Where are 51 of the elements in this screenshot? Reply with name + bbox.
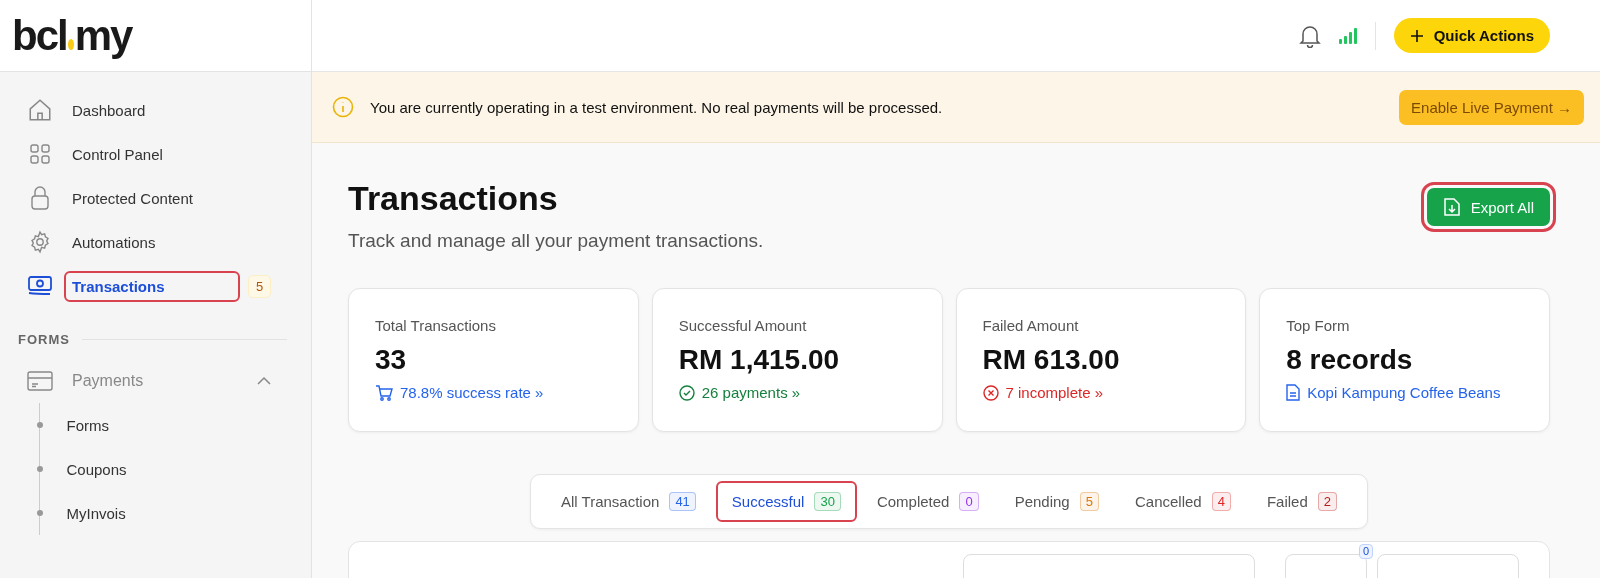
status-tab[interactable]: Completed 0 bbox=[860, 481, 995, 522]
stat-value: 33 bbox=[375, 344, 408, 376]
stat-label: Failed Amount bbox=[982, 317, 1080, 334]
sidebar-subitem[interactable]: MyInvois bbox=[66, 504, 126, 522]
status-tab[interactable]: Failed 2 bbox=[1250, 481, 1353, 522]
status-tab[interactable]: All Transaction 41 bbox=[545, 481, 712, 522]
sidebar-item[interactable]: Automations bbox=[64, 226, 240, 258]
document-icon bbox=[1286, 384, 1301, 401]
stat-label: Total Transactions bbox=[375, 317, 497, 334]
status-tab[interactable]: Successful 30 bbox=[715, 481, 857, 522]
sidebar-item[interactable]: Dashboard bbox=[64, 94, 240, 126]
sidebar-item[interactable]: Transactions bbox=[64, 270, 240, 302]
signal-icon bbox=[1338, 27, 1357, 44]
stat-link[interactable]: 78.8% success rate » bbox=[375, 384, 544, 401]
logo: bcl my bbox=[12, 14, 132, 57]
check-circle-icon bbox=[678, 384, 695, 401]
home-icon bbox=[27, 97, 53, 123]
stat-value: RM 613.00 bbox=[982, 344, 1121, 376]
stat-link[interactable]: 26 payments » bbox=[678, 384, 801, 401]
sidebar-subitem[interactable]: Coupons bbox=[66, 460, 127, 478]
stat-label: Successful Amount bbox=[678, 317, 808, 334]
x-circle-icon bbox=[982, 384, 999, 401]
lock-icon bbox=[28, 185, 52, 211]
stat-link[interactable]: Kopi Kampung Coffee Beans bbox=[1286, 384, 1501, 401]
stat-value: 8 records bbox=[1286, 344, 1414, 376]
status-tab[interactable]: Pending 5 bbox=[998, 481, 1115, 522]
enable-live-payment-button[interactable]: Enable Live Payment → bbox=[1399, 89, 1584, 125]
sidebar-item[interactable]: Protected Content bbox=[64, 182, 240, 214]
stat-value: RM 1,415.00 bbox=[678, 344, 841, 376]
info-icon bbox=[332, 96, 354, 118]
grid-icon bbox=[28, 142, 52, 166]
banner-message: You are currently operating in a test environment. No real payments will be processed. bbox=[370, 98, 944, 116]
chevron-icon[interactable] bbox=[257, 376, 271, 386]
file-download-icon bbox=[1442, 197, 1461, 217]
stat-link[interactable]: 7 incomplete » bbox=[982, 384, 1104, 401]
sidebar-item[interactable]: Control Panel bbox=[64, 138, 240, 170]
status-tab[interactable]: Cancelled 4 bbox=[1118, 481, 1247, 522]
plus-icon bbox=[1409, 28, 1424, 43]
section-label: FORMS bbox=[18, 332, 70, 347]
page-title: Transactions bbox=[348, 179, 559, 218]
page-subtitle: Track and manage all your payment transactions. bbox=[348, 230, 764, 252]
sidebar-subitem[interactable]: Forms bbox=[66, 416, 109, 434]
quick-actions-button[interactable]: Quick Actions bbox=[1393, 18, 1550, 53]
count-badge: 0 bbox=[1358, 544, 1373, 559]
cart-icon bbox=[375, 384, 393, 401]
gear-icon bbox=[28, 230, 52, 254]
count-badge: 5 bbox=[248, 274, 272, 298]
card-icon bbox=[26, 369, 54, 393]
banknote-icon bbox=[27, 275, 53, 297]
stat-label: Top Form bbox=[1286, 317, 1351, 334]
bell-icon[interactable] bbox=[1298, 23, 1321, 48]
